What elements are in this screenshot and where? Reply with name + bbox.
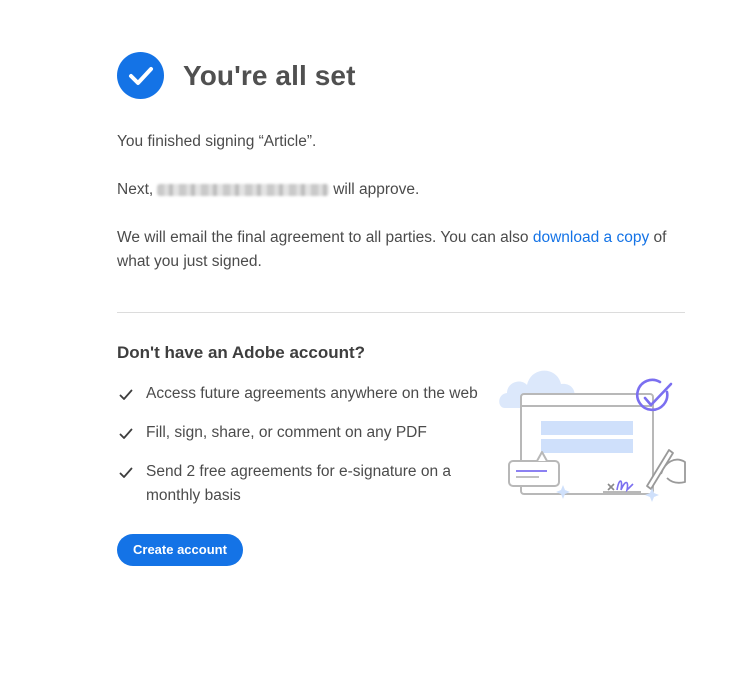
checkmark-icon (119, 385, 133, 409)
page-title: You're all set (183, 59, 356, 91)
feature-text: Send 2 free agreements for e-signature o… (146, 463, 452, 504)
list-item: Access future agreements anywhere on the… (117, 382, 487, 406)
next-prefix: Next, (117, 181, 154, 198)
checkmark-icon (119, 463, 133, 487)
email-message: We will email the final agreement to all… (117, 226, 677, 274)
feature-list: Access future agreements anywhere on the… (117, 382, 487, 523)
list-item: Fill, sign, share, or comment on any PDF (117, 421, 487, 445)
e-sign-illustration (495, 358, 690, 508)
divider (117, 312, 685, 313)
list-item: Send 2 free agreements for e-signature o… (117, 460, 487, 508)
download-copy-link[interactable]: download a copy (533, 229, 649, 246)
redacted-email (157, 184, 330, 196)
success-check-icon (117, 52, 164, 99)
checkmark-icon (119, 424, 133, 448)
email-prefix: We will email the final agreement to all… (117, 229, 529, 246)
promo-title: Don't have an Adobe account? (117, 343, 366, 362)
signed-message: You finished signing “Article”. (117, 133, 317, 150)
next-approver-message: Next, will approve. (117, 178, 419, 202)
next-suffix: will approve. (333, 181, 420, 198)
feature-text: Fill, sign, share, or comment on any PDF (146, 424, 427, 441)
header: You're all set (117, 52, 356, 99)
create-account-button[interactable]: Create account (117, 534, 243, 566)
feature-text: Access future agreements anywhere on the… (146, 385, 478, 402)
